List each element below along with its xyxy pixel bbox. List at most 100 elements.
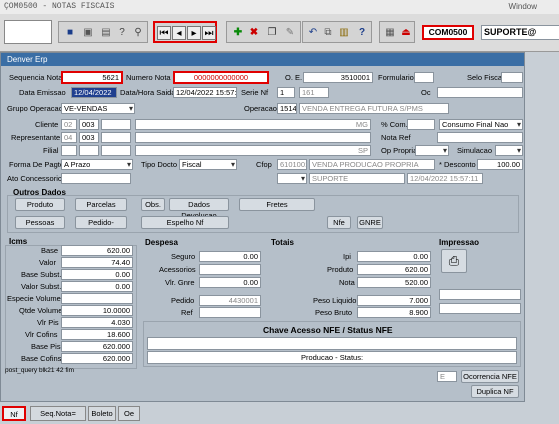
impressao-field-2[interactable] — [439, 303, 521, 314]
user-field: SUPORTE@ — [481, 25, 559, 40]
impressao-field-1[interactable] — [439, 289, 521, 300]
tab-boleto[interactable]: Boleto — [88, 406, 116, 421]
exit-icon[interactable]: ⏏ — [399, 25, 413, 39]
pedido-field[interactable]: 4430001 — [199, 295, 261, 306]
despesa-gnre-field[interactable]: 0.00 — [199, 277, 261, 288]
filial-c-field[interactable] — [101, 145, 131, 156]
consumo-select[interactable]: Consumo Final Nao — [439, 119, 523, 130]
forma-select[interactable]: A Prazo — [61, 159, 133, 170]
chave-acesso-field — [147, 337, 517, 350]
peso-bruto-field[interactable]: 8.900 — [357, 307, 431, 318]
valor-subst-field[interactable]: 0.00 — [61, 281, 133, 292]
rep-b-field[interactable]: 003 — [79, 132, 99, 143]
operacao-code-field[interactable]: 1514 — [277, 103, 297, 114]
window-menu[interactable]: Window — [509, 2, 537, 11]
filial-b-field[interactable] — [79, 145, 99, 156]
nota-total-field[interactable]: 520.00 — [357, 277, 431, 288]
usuario-field: SUPORTE — [309, 173, 405, 184]
insert-icon[interactable]: ✚ — [231, 25, 245, 39]
ref-field[interactable] — [199, 307, 261, 318]
clear-icon[interactable]: ✎ — [283, 25, 297, 39]
produto-total-label: Produto — [327, 265, 354, 274]
oc-field[interactable] — [437, 87, 523, 98]
obs-button[interactable]: Obs. — [141, 198, 165, 211]
form-header: Denver Erp — [1, 53, 524, 66]
cfop-desc-field: VENDA PRODUCAO PROPRIA — [309, 159, 435, 170]
forma-label: Forma De Pagto — [9, 160, 65, 169]
query-icon[interactable]: ? — [115, 25, 129, 39]
print-icon[interactable]: ▣ — [81, 25, 95, 39]
last-record-icon[interactable]: ⏭ — [202, 26, 216, 40]
paste-icon[interactable]: ▥ — [337, 25, 351, 39]
ocorrencia-button[interactable]: Ocorrencia NFE — [461, 370, 519, 383]
peso-liq-field[interactable]: 7.000 — [357, 295, 431, 306]
cliente-b-field[interactable]: 003 — [79, 119, 99, 130]
gnre-button[interactable]: GNRE — [357, 216, 383, 229]
rep-a-field[interactable]: 04 — [61, 132, 77, 143]
tab-seq-nota[interactable]: Seq.Nota= 8826 — [30, 406, 86, 424]
op-propria-select[interactable] — [415, 145, 449, 156]
representante-label: Representante — [11, 133, 61, 142]
sequencia-field[interactable]: 5621 — [61, 71, 123, 84]
tab-nf[interactable]: Nf — [2, 406, 26, 421]
ipi-field[interactable]: 0.00 — [357, 251, 431, 262]
copy-icon[interactable]: ⧉ — [321, 25, 335, 39]
nfe-button[interactable]: Nfe — [327, 216, 351, 229]
cfop-field[interactable]: 6101001 — [277, 159, 307, 170]
nota-ref-field[interactable] — [437, 132, 523, 143]
dados-devolucao-button[interactable]: Dados Devolucao — [169, 198, 229, 220]
tipo-select[interactable]: Fiscal — [179, 159, 237, 170]
tab-oe[interactable]: Oe — [118, 406, 140, 421]
qtde-field[interactable]: 10.0000 — [61, 305, 133, 316]
simulacao-select[interactable] — [495, 145, 523, 156]
duplicate-icon[interactable]: ❐ — [265, 25, 279, 39]
fretes-button[interactable]: Fretes — [239, 198, 315, 211]
duplica-button[interactable]: Duplica NF — [471, 385, 519, 398]
base-cofins-field[interactable]: 620.000 — [61, 353, 133, 364]
selo-field[interactable] — [501, 72, 523, 83]
usuario-select[interactable] — [277, 173, 307, 184]
cliente-c-field[interactable] — [101, 119, 131, 130]
report-icon[interactable]: ▦ — [383, 25, 397, 39]
printer-icon[interactable]: ⎙ — [441, 249, 467, 273]
produto-button[interactable]: Produto — [15, 198, 65, 211]
e-field[interactable]: E — [437, 371, 457, 382]
base-pis-field[interactable]: 620.000 — [61, 341, 133, 352]
serie-label: Serie Nf — [241, 88, 269, 97]
desconto-field[interactable]: 100.00 — [477, 159, 523, 170]
filial-a-field[interactable] — [61, 145, 77, 156]
ato-field[interactable] — [61, 173, 131, 184]
undo-icon[interactable]: ↶ — [306, 25, 320, 39]
rep-c-field[interactable] — [101, 132, 131, 143]
search-icon[interactable]: ⚲ — [131, 25, 145, 39]
first-record-icon[interactable]: ⏮ — [157, 26, 171, 40]
com-field[interactable] — [407, 119, 435, 130]
produto-total-field[interactable]: 620.00 — [357, 264, 431, 275]
prev-record-icon[interactable]: ◂ — [172, 26, 186, 40]
numero-field[interactable]: 0000000000000 — [173, 71, 269, 84]
acessorios-field[interactable] — [199, 264, 261, 275]
data-emissao-field[interactable]: 12/04/2022 — [71, 87, 117, 98]
base-subst-field[interactable]: 0.00 — [61, 269, 133, 280]
icms-valor-field[interactable]: 74.40 — [61, 257, 133, 268]
parcelas-button[interactable]: Parcelas — [75, 198, 127, 211]
next-record-icon[interactable]: ▸ — [187, 26, 201, 40]
data-saida-field[interactable]: 12/04/2022 15:57:11 — [173, 87, 237, 98]
preview-icon[interactable]: ▤ — [99, 25, 113, 39]
icms-base-field[interactable]: 620.00 — [61, 245, 133, 256]
pessoas-button[interactable]: Pessoas — [15, 216, 65, 229]
oe-field[interactable]: 3510001 — [303, 72, 373, 83]
save-icon[interactable]: ■ — [63, 25, 77, 39]
pedido-button[interactable]: Pedido- — [75, 216, 127, 229]
vlr-pis-field[interactable]: 4.030 — [61, 317, 133, 328]
especie-field[interactable] — [61, 293, 133, 304]
delete-icon[interactable]: ✖ — [247, 25, 261, 39]
help-icon[interactable]: ? — [355, 25, 369, 39]
espelho-button[interactable]: Espelho Nf — [141, 216, 229, 229]
seguro-field[interactable]: 0.00 — [199, 251, 261, 262]
cliente-a-field[interactable]: 02 — [61, 119, 77, 130]
grupo-select[interactable]: VE-VENDAS — [61, 103, 135, 114]
vlr-cofins-field[interactable]: 18.600 — [61, 329, 133, 340]
serie-field[interactable]: 1 — [277, 87, 295, 98]
formulario-field[interactable] — [414, 72, 434, 83]
